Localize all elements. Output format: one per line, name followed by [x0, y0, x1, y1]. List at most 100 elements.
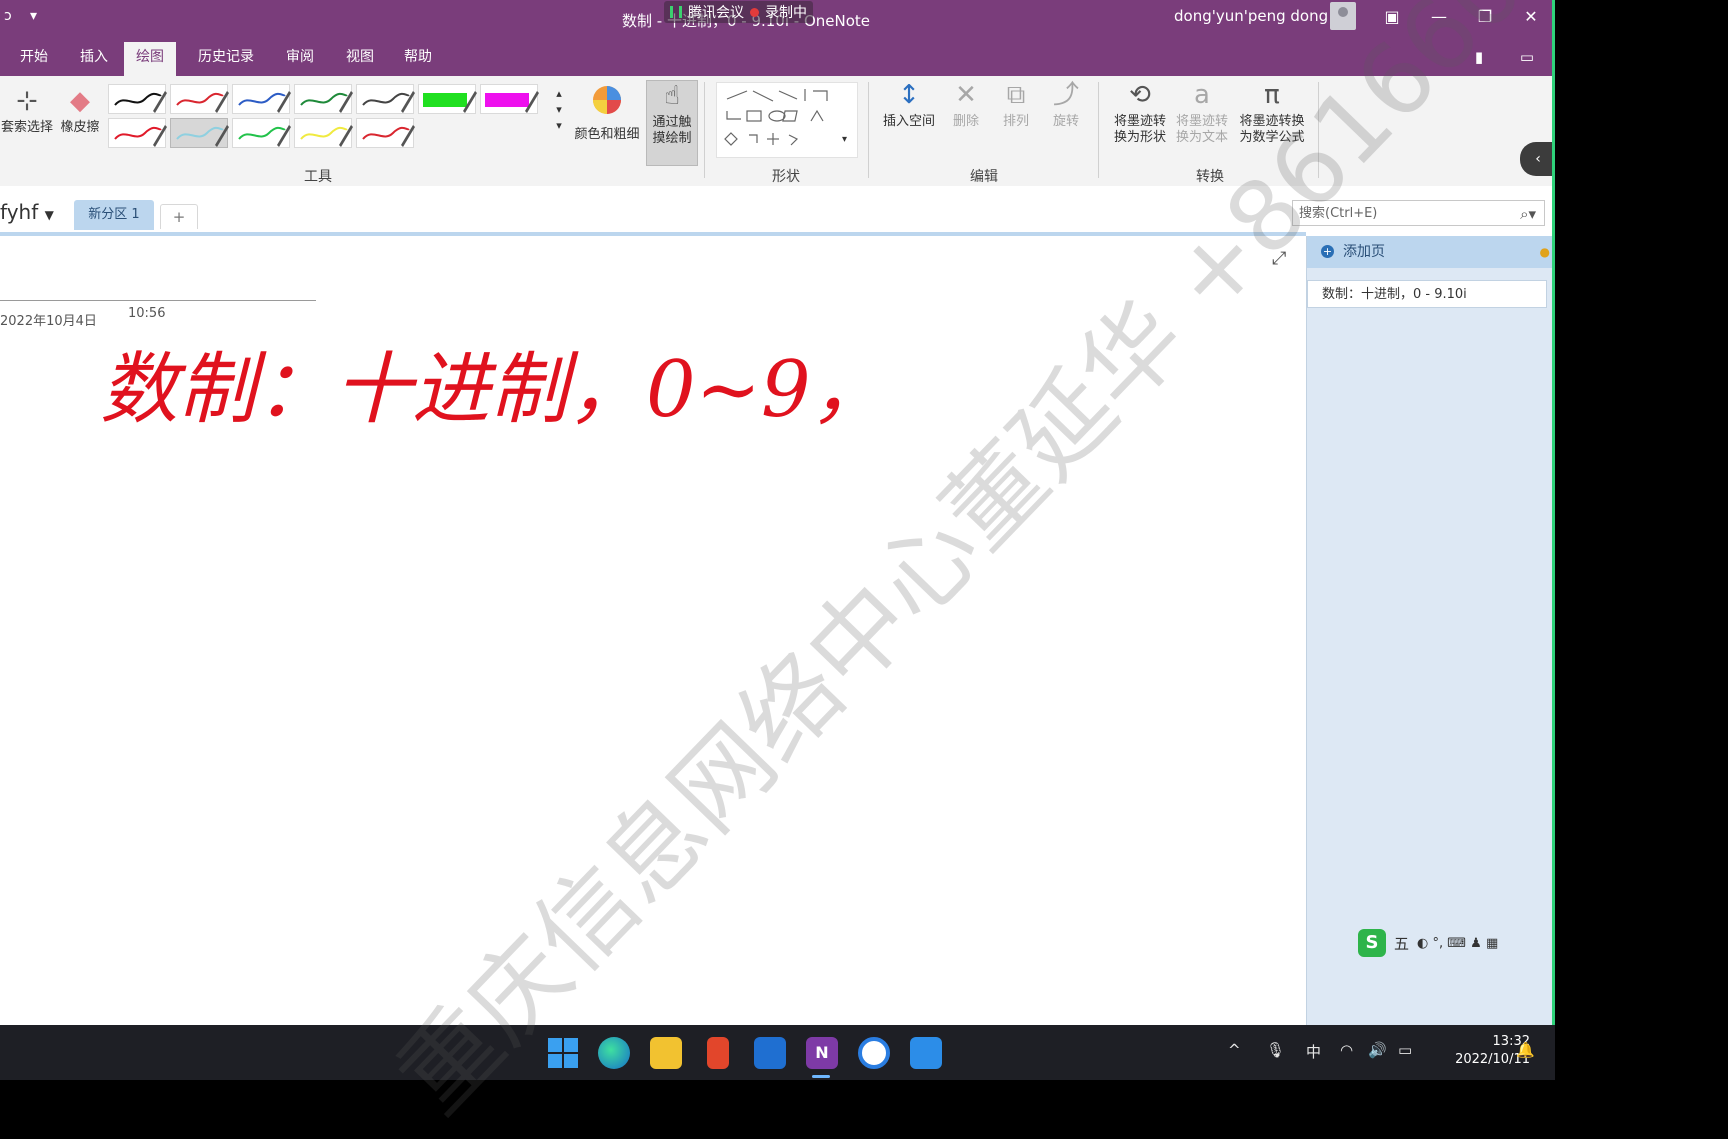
pen-stroke-icon: [300, 125, 353, 147]
edge-browser-icon[interactable]: [598, 1037, 630, 1069]
pen-swatch[interactable]: [294, 84, 353, 114]
battery-icon[interactable]: ▭: [1398, 1041, 1412, 1059]
tab-help[interactable]: 帮助: [400, 46, 436, 76]
notification-bell-icon[interactable]: 🔔: [1516, 1041, 1535, 1059]
handwritten-ink[interactable]: 数制：十进制，0~9，10²: [90, 316, 890, 466]
highlighter-swatch[interactable]: [480, 84, 539, 114]
notebook-name: fyhf: [0, 200, 39, 224]
office-icon[interactable]: [707, 1037, 729, 1069]
onenote-icon[interactable]: N: [806, 1037, 838, 1069]
tab-view[interactable]: 视图: [342, 46, 378, 76]
wifi-icon[interactable]: ◠: [1340, 1041, 1353, 1059]
page-title-line[interactable]: [0, 300, 316, 301]
arrange-button[interactable]: ⧉ 排列: [996, 80, 1036, 130]
pen-stroke-icon: [362, 91, 415, 113]
pen-stroke-icon: [423, 91, 477, 113]
search-input[interactable]: 搜索(Ctrl+E) ⌕▾: [1292, 200, 1545, 226]
meeting-label: 腾讯会议: [688, 5, 744, 21]
tencent-meeting-icon[interactable]: [858, 1037, 890, 1069]
mail-icon[interactable]: [754, 1037, 786, 1069]
color-thickness-button[interactable]: 颜色和粗细: [570, 84, 644, 143]
tab-home[interactable]: 开始: [16, 46, 52, 76]
ribbon-display-options-icon[interactable]: ▣: [1375, 4, 1409, 30]
avatar[interactable]: [1330, 2, 1356, 30]
input-language[interactable]: 中: [1306, 1041, 1321, 1062]
sogou-ime-icon[interactable]: S: [1358, 929, 1386, 957]
sort-icon[interactable]: ●: [1540, 236, 1550, 268]
ink-to-text-label-1: 将墨迹转: [1175, 114, 1228, 129]
ribbon-tabs: 开始 插入 绘图 历史记录 审阅 视图 帮助 ▮ ▭: [0, 38, 1555, 76]
pen-stroke-icon: [238, 125, 291, 147]
insert-space-button[interactable]: ↕ 插入空间: [878, 80, 940, 130]
pen-swatch[interactable]: [294, 118, 353, 148]
record-label: 录制中: [765, 5, 807, 21]
pen-swatch[interactable]: [356, 118, 415, 148]
pen-swatch[interactable]: [108, 84, 167, 114]
shapes-more-icon[interactable]: ▾: [842, 132, 847, 148]
ink-to-shape-label-2: 换为形状: [1113, 130, 1166, 145]
ribbon-separator: [704, 82, 705, 178]
collapse-pane-icon[interactable]: ‹: [1520, 142, 1555, 176]
pen-stroke-icon: [362, 125, 415, 147]
maximize-button[interactable]: ❐: [1468, 4, 1502, 30]
chat-app-icon[interactable]: [910, 1037, 942, 1069]
volume-icon[interactable]: 🔊: [1368, 1041, 1387, 1059]
lasso-select-button[interactable]: ⊹ 套索选择: [0, 86, 54, 136]
ime-tool-icons[interactable]: ◐ °, ⌨ ♟ ▦: [1417, 936, 1498, 951]
show-hidden-icons[interactable]: ^: [1228, 1041, 1241, 1059]
delete-button[interactable]: ✕ 删除: [946, 80, 986, 130]
tab-draw[interactable]: 绘图: [124, 42, 176, 76]
edit-group-label: 编辑: [970, 169, 998, 185]
ime-toolbar[interactable]: S 五 ◐ °, ⌨ ♟ ▦: [1358, 928, 1498, 958]
color-palette-icon: [570, 84, 644, 123]
file-explorer-icon[interactable]: [650, 1037, 682, 1069]
ink-to-shape-button[interactable]: ⟲ 将墨迹转 换为形状: [1108, 80, 1172, 146]
pen-swatch[interactable]: [170, 84, 229, 114]
highlighter-swatch[interactable]: [418, 84, 477, 114]
tab-review[interactable]: 审阅: [282, 46, 318, 76]
convert-group-label: 转换: [1196, 169, 1224, 185]
pi-icon: π: [1264, 80, 1280, 110]
tab-history[interactable]: 历史记录: [194, 46, 258, 76]
taskbar: N ^ 🎙 中 ◠ 🔊 ▭ 13:32 2022/10/11 🔔: [0, 1025, 1555, 1080]
pen-swatch[interactable]: [108, 118, 167, 148]
notebook-selector[interactable]: fyhf ▼: [0, 200, 54, 224]
search-icon[interactable]: ⌕▾: [1520, 201, 1536, 227]
pen-swatch[interactable]: [232, 84, 291, 114]
microphone-icon[interactable]: 🎙: [1266, 1041, 1285, 1059]
ime-mode[interactable]: 五: [1394, 933, 1409, 954]
ink-to-math-button[interactable]: π 将墨迹转换 为数学公式: [1234, 80, 1310, 146]
section-tab[interactable]: 新分区 1: [74, 200, 154, 230]
list-item[interactable]: 数制：十进制，0 - 9.10i: [1307, 280, 1547, 308]
close-button[interactable]: ✕: [1514, 4, 1548, 30]
add-section-button[interactable]: +: [160, 204, 198, 229]
minimize-button[interactable]: —: [1422, 4, 1456, 30]
tab-insert[interactable]: 插入: [76, 46, 112, 76]
pen-swatch[interactable]: [232, 118, 291, 148]
user-name[interactable]: dong'yun'peng dong: [1174, 7, 1328, 25]
touch-hand-icon: ☝: [664, 81, 680, 111]
pen-gallery-scroll[interactable]: ▴ ▾ ▾: [550, 86, 568, 134]
clock-time: 13:32: [1492, 1034, 1530, 1049]
comments-icon[interactable]: ▭: [1516, 48, 1538, 66]
page-date: 2022年10月4日: [0, 314, 97, 329]
share-icon[interactable]: ▮: [1468, 48, 1490, 66]
full-page-view-icon[interactable]: ⤢: [1272, 248, 1286, 269]
ink-to-text-label-2: 换为文本: [1175, 130, 1228, 145]
add-page-button[interactable]: + 添加页 ●: [1307, 236, 1555, 268]
pen-stroke-icon: [176, 91, 229, 113]
pen-swatch[interactable]: [170, 118, 229, 148]
arrange-icon: ⧉: [1006, 80, 1026, 110]
page-canvas[interactable]: ⤢ 2022年10月4日 10:56 数制：十进制，0~9，10²: [0, 236, 1306, 1025]
taskbar-clock[interactable]: 13:32 2022/10/11: [1430, 1033, 1530, 1069]
rotate-button[interactable]: ⤴ 旋转: [1046, 80, 1086, 130]
eraser-button[interactable]: ◆ 橡皮擦: [56, 86, 104, 136]
quick-access-dropdown-icon[interactable]: ▾: [30, 8, 37, 24]
start-windows-icon[interactable]: [547, 1037, 579, 1069]
draw-with-touch-button[interactable]: ☝ 通过触 摸绘制: [646, 80, 698, 166]
meeting-overlay[interactable]: 腾讯会议 录制中: [664, 1, 813, 23]
shapes-gallery[interactable]: [716, 82, 858, 158]
undo-icon[interactable]: ɔ: [4, 8, 12, 24]
ink-to-text-button[interactable]: a 将墨迹转 换为文本: [1174, 80, 1230, 146]
pen-swatch[interactable]: [356, 84, 415, 114]
